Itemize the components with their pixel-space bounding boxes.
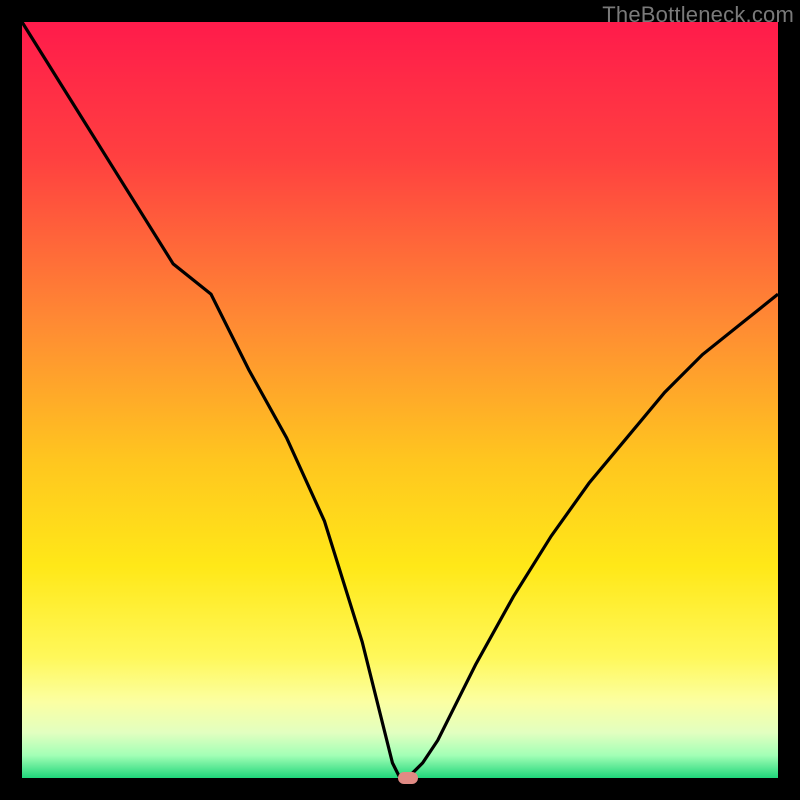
curve-path — [22, 22, 778, 778]
chart-container: TheBottleneck.com — [0, 0, 800, 800]
optimum-marker — [398, 772, 418, 784]
watermark-label: TheBottleneck.com — [602, 2, 794, 28]
plot-area — [22, 22, 778, 778]
bottleneck-curve — [22, 22, 778, 778]
